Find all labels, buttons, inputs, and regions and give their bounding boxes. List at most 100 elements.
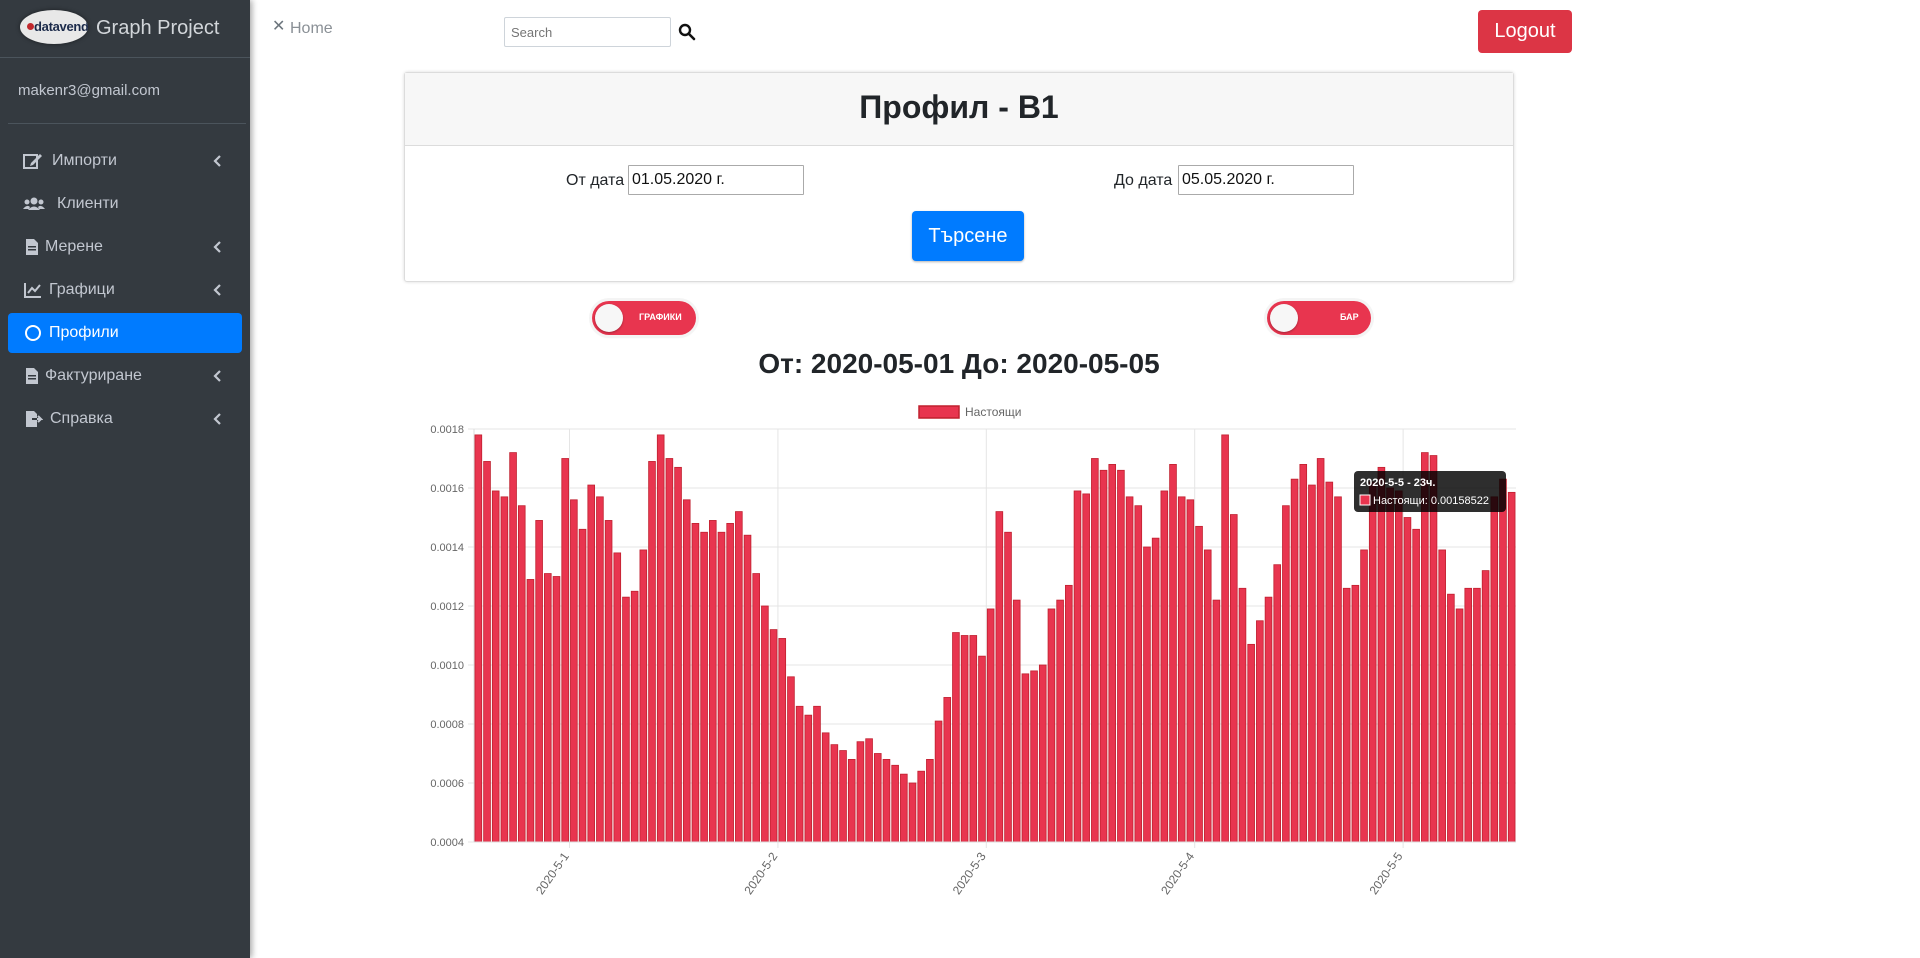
brand[interactable]: datavend Graph Project — [0, 0, 250, 58]
circle-icon — [25, 325, 41, 341]
chart-bar — [1256, 620, 1264, 843]
chart-bar — [1490, 496, 1499, 843]
chart-bar — [1056, 599, 1064, 843]
chart-bar — [1507, 491, 1516, 843]
y-tick-label: 0.0010 — [430, 660, 464, 672]
chart-bar — [813, 705, 821, 843]
chart-bar — [561, 458, 569, 843]
chart-bar — [587, 484, 596, 843]
chart-bar — [1151, 537, 1160, 843]
chart-bar — [752, 573, 760, 843]
chart-bar — [795, 705, 804, 843]
y-tick-label: 0.0004 — [430, 837, 464, 849]
chart-bar — [1230, 514, 1238, 843]
y-tick-label: 0.0014 — [430, 542, 464, 554]
sidebar-item-label: Графици — [49, 281, 115, 298]
chart-bar — [1143, 546, 1151, 843]
chart-bar — [1004, 531, 1012, 843]
chart-bar — [1082, 493, 1090, 843]
charts-toggle[interactable]: ГРАФИКИ — [592, 301, 696, 335]
chart-bar — [578, 528, 587, 843]
chart-bar — [960, 635, 969, 843]
chart-bar — [978, 655, 986, 843]
tooltip-label: Настоящи: 0.00158522 — [1373, 495, 1489, 507]
bar-chart: 0.0018 0.0016 0.0014 0.0012 0.0010 0.0008 0.00… — [430, 405, 1516, 897]
chart-bar — [830, 744, 839, 843]
chart-bar — [1438, 549, 1446, 843]
search-button[interactable]: Търсене — [912, 211, 1024, 261]
user-email[interactable]: makenr3@gmail.com — [18, 82, 160, 99]
sidebar-item-invoicing[interactable]: Фактуриране — [8, 356, 242, 396]
legend-label: Настоящи — [965, 405, 1021, 419]
toggle-knob — [595, 304, 623, 332]
search-icon[interactable] — [678, 23, 696, 41]
logout-button[interactable]: Logout — [1478, 10, 1572, 53]
home-link[interactable]: Home — [290, 20, 333, 38]
file-export-icon — [26, 411, 43, 427]
chart-bar — [735, 511, 743, 843]
chart-legend[interactable]: Настоящи — [918, 405, 1021, 419]
profile-card: Профил - В1 От дата До дата Търсене — [404, 72, 1514, 282]
search-input[interactable] — [504, 17, 671, 47]
chart-bar — [700, 531, 708, 843]
sidebar-item-measurement[interactable]: Мерене — [8, 227, 242, 267]
chart-bar — [995, 511, 1004, 843]
y-tick-label: 0.0006 — [430, 778, 464, 790]
chart-bar — [865, 738, 873, 843]
chart-bar — [665, 458, 674, 843]
chart-bar — [1047, 608, 1056, 843]
chart-bar — [544, 573, 552, 843]
chevron-left-icon — [213, 284, 221, 296]
x-tick-label: 2020-5-1 — [533, 849, 572, 897]
chart-bar — [943, 697, 952, 843]
sidebar-item-graphs[interactable]: Графици — [8, 270, 242, 310]
chart-bar — [882, 758, 891, 843]
chart-bar — [1186, 499, 1195, 843]
chart-bar — [1282, 505, 1290, 843]
sidebar-item-reports[interactable]: Справка — [8, 399, 242, 439]
bar-toggle[interactable]: БАР — [1267, 301, 1371, 335]
sidebar-item-profiles[interactable]: Профили — [8, 313, 242, 353]
chart-bar — [1212, 599, 1221, 843]
chart-bar — [717, 531, 726, 843]
chart-bar — [1464, 587, 1473, 843]
chevron-left-icon — [213, 241, 221, 253]
chart-bar — [1299, 464, 1308, 843]
chart-bar — [1429, 455, 1438, 843]
chart-bar — [1117, 469, 1125, 843]
to-date-field[interactable] — [1178, 165, 1354, 195]
brand-logo: datavend — [20, 10, 88, 44]
brand-logo-text: datavend — [34, 19, 88, 34]
chart-bar — [1308, 484, 1316, 843]
chart-bar — [1403, 517, 1412, 843]
from-date-field[interactable] — [628, 165, 804, 195]
divider — [8, 123, 246, 124]
x-tick-label: 2020-5-5 — [1367, 849, 1406, 897]
sidebar-item-imports[interactable]: Импорти — [8, 141, 242, 181]
y-tick-label: 0.0008 — [430, 719, 464, 731]
chart-bar — [596, 496, 604, 843]
chart-bar — [726, 522, 734, 843]
sidebar-item-label: Импорти — [52, 152, 117, 169]
chart-bar — [570, 499, 578, 843]
close-icon[interactable]: ✕ — [272, 16, 285, 36]
chart-bar — [1412, 528, 1420, 843]
chart-bar — [1264, 596, 1273, 843]
chart-bar — [500, 496, 509, 843]
chart-bar — [474, 434, 483, 843]
chart-bar — [1091, 458, 1099, 843]
chart-bar — [1368, 481, 1377, 843]
sidebar-item-label: Клиенти — [57, 195, 119, 212]
chart-bar — [1195, 525, 1203, 843]
chart-bar — [1325, 481, 1334, 843]
chart-bar — [917, 770, 925, 843]
chart-bar — [839, 750, 847, 843]
chart-bar — [1473, 587, 1481, 843]
chart-bar — [1030, 670, 1038, 843]
chart-bar — [1455, 608, 1464, 843]
sidebar-item-clients[interactable]: Клиенти — [8, 184, 242, 224]
toggle-label: БАР — [1340, 312, 1359, 322]
y-tick-label: 0.0016 — [430, 483, 464, 495]
chart-bar — [986, 608, 995, 843]
chart-bar — [483, 461, 491, 843]
